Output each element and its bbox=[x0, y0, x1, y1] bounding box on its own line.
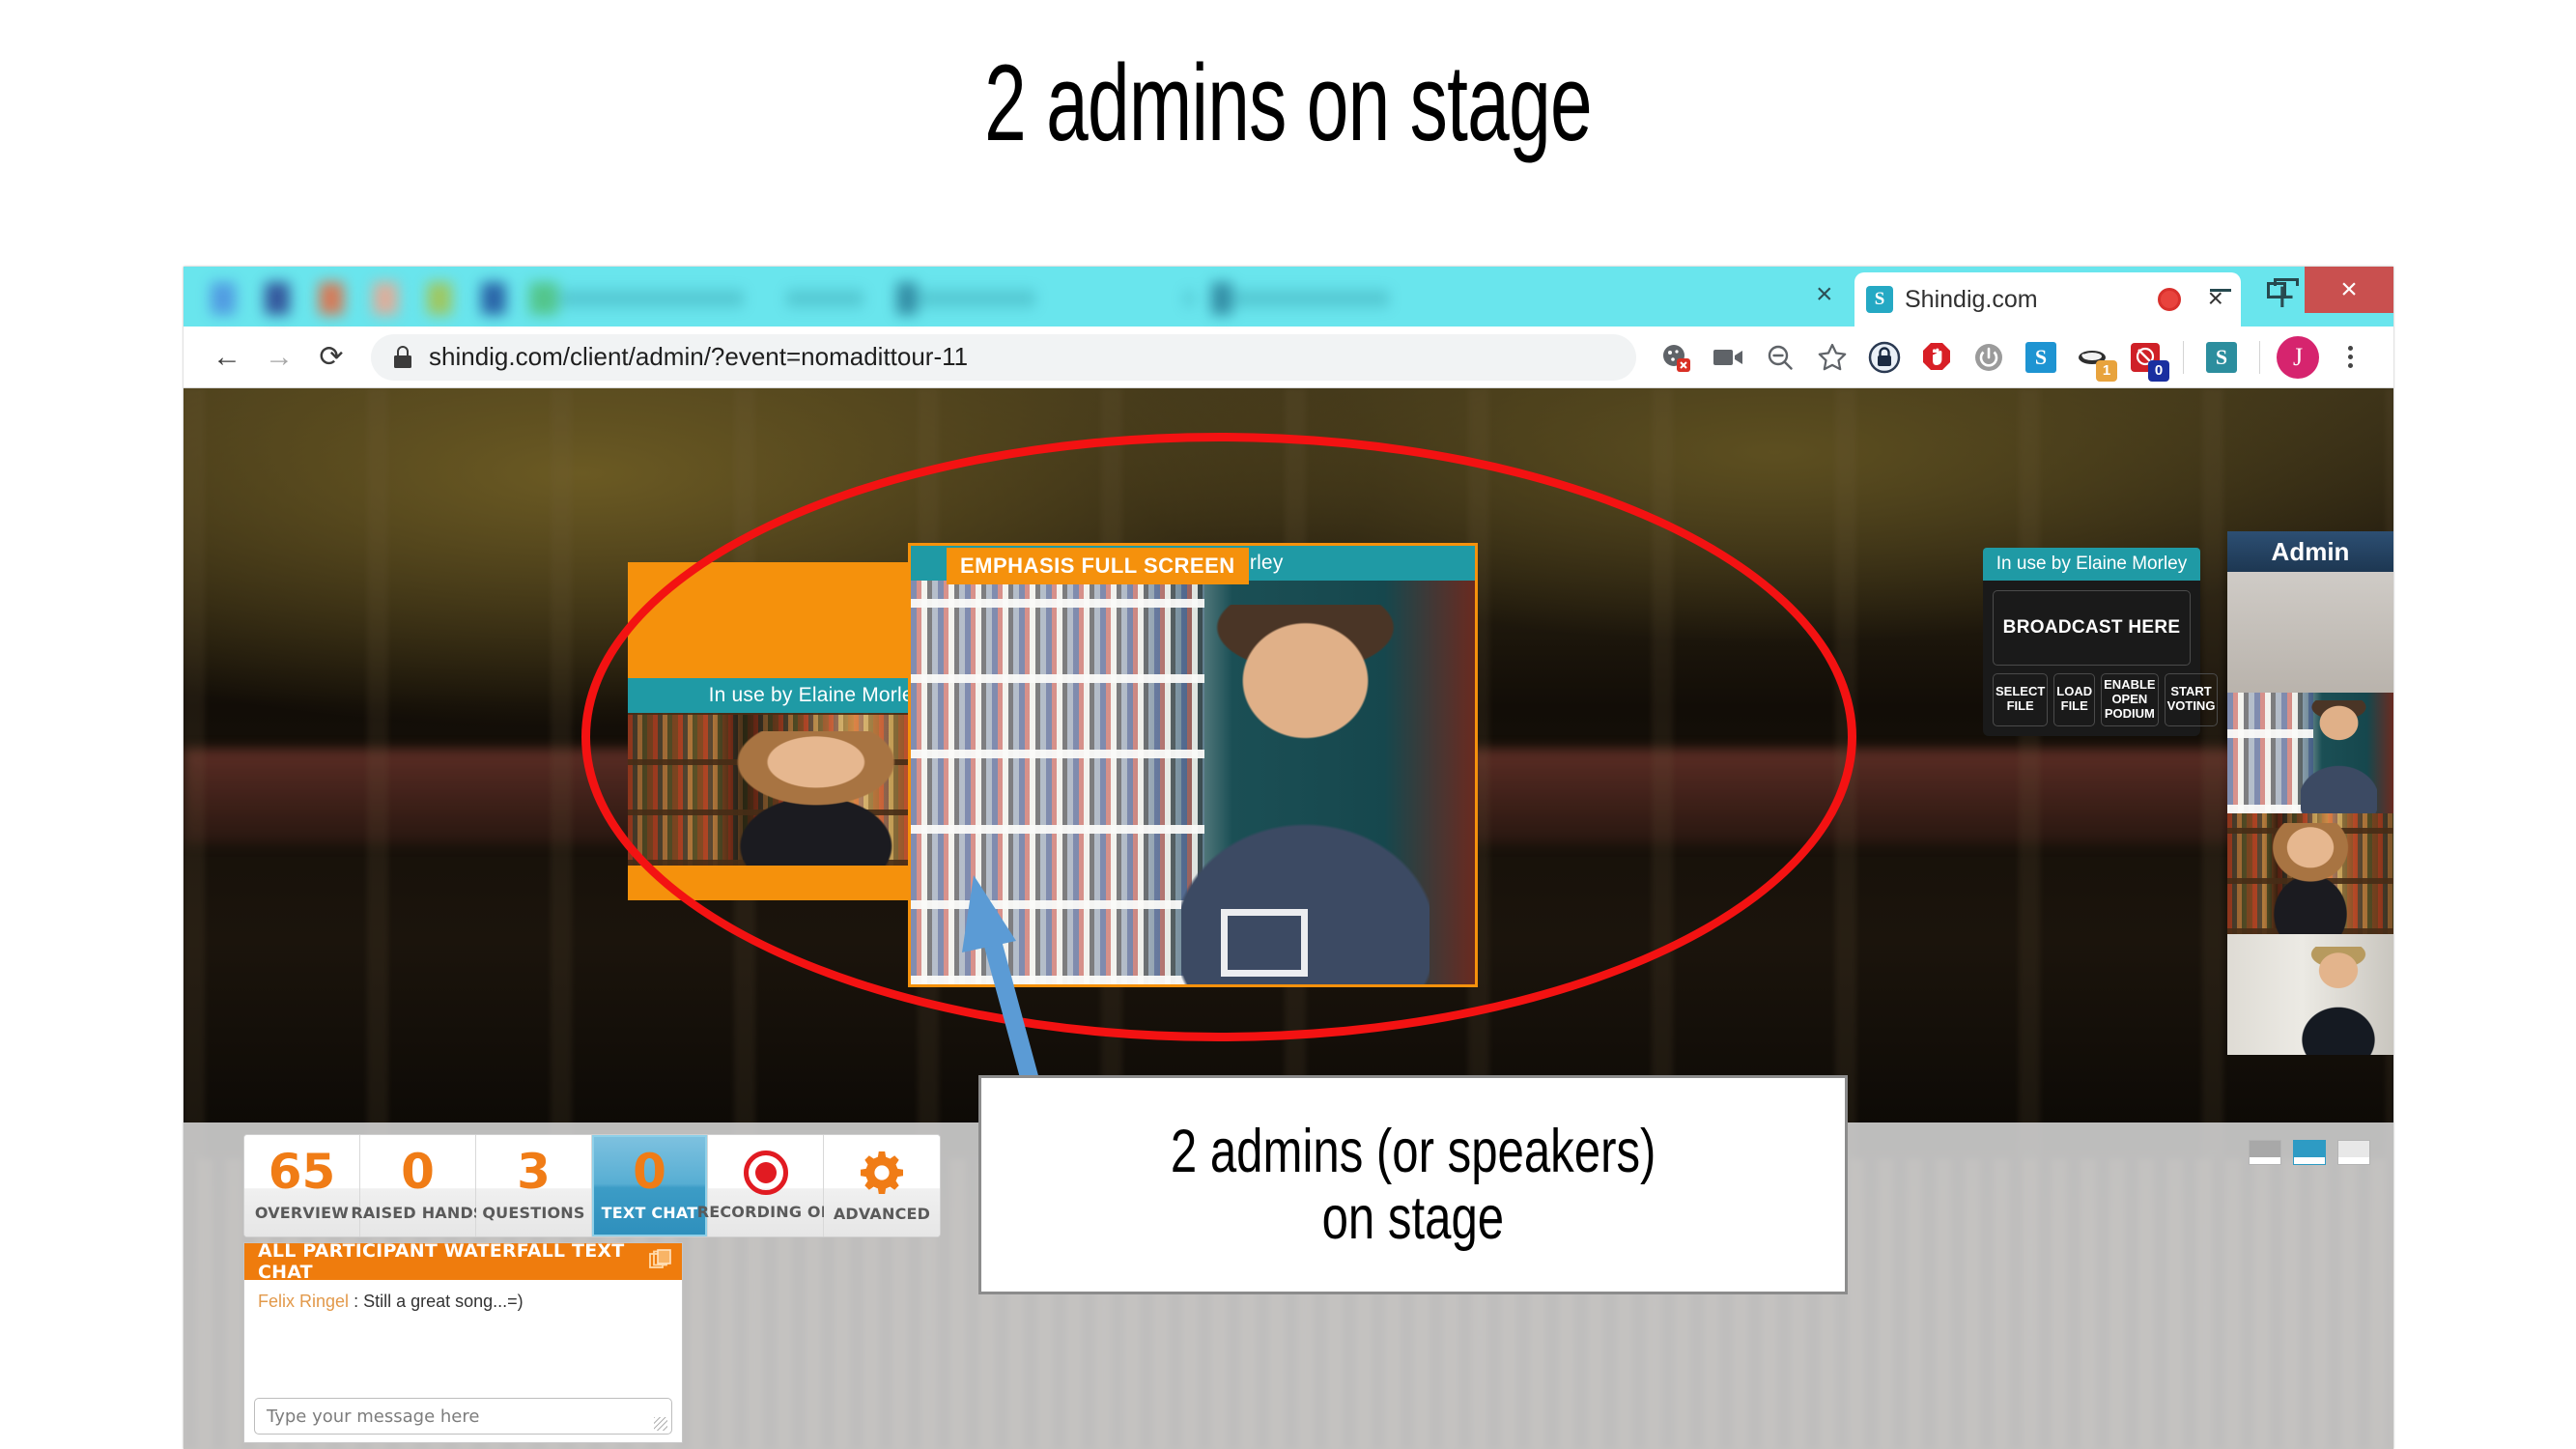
chat-message-separator: : bbox=[354, 1292, 359, 1311]
emphasis-full-screen-badge: EMPHASIS FULL SCREEN bbox=[947, 548, 1249, 584]
skype-extension-letter: S bbox=[2025, 341, 2056, 373]
enable-open-podium-button[interactable]: ENABLE OPEN PODIUM bbox=[2101, 673, 2159, 726]
stat-text-chat[interactable]: 0 TEXT CHAT bbox=[592, 1135, 708, 1236]
video-person-silhouette bbox=[729, 730, 903, 866]
chat-panel-header: ALL PARTICIPANT WATERFALL TEXT CHAT bbox=[244, 1240, 682, 1283]
layout-toggle-left[interactable] bbox=[2249, 1140, 2281, 1165]
chat-message-author: Felix Ringel bbox=[258, 1292, 350, 1311]
annotation-callout-box: 2 admins (or speakers) on stage bbox=[978, 1075, 1848, 1294]
padlock-icon bbox=[392, 345, 413, 370]
shindig-extension-icon[interactable]: S bbox=[2195, 331, 2248, 384]
slide-canvas: 2 admins on stage × S Shindig.com × + × … bbox=[0, 0, 2576, 1449]
stat-overview-value: 65 bbox=[268, 1144, 336, 1201]
back-button[interactable]: ← bbox=[201, 331, 253, 384]
address-bar[interactable]: shindig.com/client/admin/?event=nomaditt… bbox=[371, 333, 1636, 381]
stat-buttons: 65 OVERVIEW 0 RAISED HANDS 3 QUESTIONS 0… bbox=[243, 1134, 941, 1237]
kebab-menu-icon[interactable] bbox=[2324, 331, 2376, 384]
tshirt-logo-graphic bbox=[1221, 908, 1309, 977]
shindig-favicon-icon: S bbox=[1866, 286, 1893, 313]
stat-advanced-label: ADVANCED bbox=[833, 1205, 931, 1223]
stat-recording-label: RECORDING ON bbox=[696, 1203, 835, 1221]
redacted-tab-close-icon[interactable]: × bbox=[1816, 280, 1833, 309]
address-bar-url: shindig.com/client/admin/?event=nomaditt… bbox=[429, 342, 969, 371]
callout-line-2: on stage bbox=[1321, 1183, 1505, 1252]
toolbar-icons: S 1 0 S J bbox=[1650, 331, 2376, 384]
broadcast-panel-header: In use by Elaine Morley bbox=[1983, 548, 2200, 581]
window-close-button[interactable]: × bbox=[2305, 267, 2393, 313]
zoom-out-icon[interactable] bbox=[1754, 331, 1806, 384]
chat-panel-title: ALL PARTICIPANT WATERFALL TEXT CHAT bbox=[258, 1240, 625, 1283]
broadcast-panel-buttons: SELECT FILE LOAD FILE ENABLE OPEN PODIUM… bbox=[1993, 673, 2219, 726]
stat-overview-label: OVERVIEW bbox=[254, 1203, 350, 1222]
cookie-block-icon[interactable] bbox=[1650, 331, 1702, 384]
tracker-blocker-badge: 0 bbox=[2148, 359, 2169, 382]
stat-questions-value: 3 bbox=[517, 1144, 551, 1201]
popout-windows-icon[interactable] bbox=[649, 1248, 672, 1275]
stat-raised-hands[interactable]: 0 RAISED HANDS bbox=[351, 1135, 484, 1236]
stat-raised-hands-value: 0 bbox=[401, 1144, 435, 1201]
stat-recording-on[interactable]: RECORDING ON bbox=[697, 1135, 834, 1236]
stat-advanced[interactable]: ADVANCED bbox=[824, 1135, 940, 1236]
broadcast-control-panel: In use by Elaine Morley BROADCAST HERE S… bbox=[1983, 548, 2219, 736]
admin-thumb-3[interactable] bbox=[2227, 813, 2393, 934]
toolbar-divider bbox=[2183, 340, 2184, 374]
layout-toggle-right[interactable] bbox=[2337, 1140, 2370, 1165]
bookmark-star-icon[interactable] bbox=[1806, 331, 1858, 384]
tracker-blocker-extension-icon[interactable]: 0 bbox=[2119, 331, 2171, 384]
stat-text-chat-label: TEXT CHAT bbox=[601, 1203, 698, 1222]
window-controls: × bbox=[2193, 267, 2393, 313]
adblock-stop-hand-extension-icon[interactable] bbox=[1911, 331, 1963, 384]
text-chat-panel: ALL PARTICIPANT WATERFALL TEXT CHAT Feli… bbox=[243, 1240, 683, 1443]
reload-button[interactable]: ⟳ bbox=[305, 331, 357, 384]
tab-recording-indicator-icon bbox=[2158, 288, 2181, 311]
privacy-lock-extension-icon[interactable] bbox=[1858, 331, 1911, 384]
avatar-letter: J bbox=[2277, 335, 2319, 379]
window-maximize-button[interactable] bbox=[2249, 267, 2305, 313]
chat-input-placeholder: Type your message here bbox=[267, 1406, 480, 1427]
stat-overview[interactable]: 65 OVERVIEW bbox=[244, 1135, 360, 1236]
privacy-badger-extension-icon[interactable]: 1 bbox=[2067, 331, 2119, 384]
privacy-badger-badge: 1 bbox=[2096, 359, 2117, 382]
admin-sidebar-header: Admin bbox=[2227, 531, 2393, 572]
gear-icon bbox=[858, 1149, 906, 1197]
stat-raised-hands-label: RAISED HANDS bbox=[351, 1203, 485, 1222]
stat-questions-label: QUESTIONS bbox=[482, 1203, 585, 1222]
load-file-button[interactable]: LOAD FILE bbox=[2053, 673, 2096, 726]
stat-text-chat-value: 0 bbox=[633, 1144, 666, 1201]
skype-extension-icon[interactable]: S bbox=[2015, 331, 2067, 384]
layout-toggle-group bbox=[2249, 1140, 2370, 1165]
video-camera-icon[interactable] bbox=[1702, 331, 1754, 384]
broadcast-panel-body: BROADCAST HERE SELECT FILE LOAD FILE ENA… bbox=[1983, 581, 2219, 736]
broadcast-here-button[interactable]: BROADCAST HERE bbox=[1993, 590, 2191, 666]
toolbar-divider-2 bbox=[2259, 340, 2260, 374]
layout-toggle-middle[interactable] bbox=[2293, 1140, 2326, 1165]
admin-thumb-4[interactable] bbox=[2227, 934, 2393, 1055]
browser-tabstrip: × S Shindig.com × + × bbox=[184, 267, 2393, 327]
record-dot-icon bbox=[743, 1151, 788, 1195]
stat-questions[interactable]: 3 QUESTIONS bbox=[476, 1135, 592, 1236]
chat-input-wrapper: Type your message here bbox=[244, 1392, 682, 1442]
avatar[interactable]: J bbox=[2272, 331, 2324, 384]
browser-toolbar: ← → ⟳ shindig.com/client/admin/?event=no… bbox=[184, 327, 2393, 388]
select-file-button[interactable]: SELECT FILE bbox=[1993, 673, 2049, 726]
list-item: Felix Ringel : Still a great song...=) bbox=[258, 1292, 668, 1312]
power-toggle-extension-icon[interactable] bbox=[1963, 331, 2015, 384]
admin-thumb-1[interactable] bbox=[2227, 572, 2393, 693]
admin-sidebar: Admin bbox=[2227, 531, 2393, 1055]
textarea-resize-grip-icon[interactable] bbox=[654, 1417, 667, 1431]
start-voting-button[interactable]: START VOTING bbox=[2164, 673, 2219, 726]
callout-line-1: 2 admins (or speakers) bbox=[1170, 1118, 1656, 1186]
chat-messages: Felix Ringel : Still a great song...=) bbox=[244, 1280, 682, 1392]
forward-button[interactable]: → bbox=[253, 331, 305, 384]
redacted-background-tabs[interactable] bbox=[211, 274, 1650, 323]
tab-shindig[interactable]: S Shindig.com × bbox=[1854, 272, 2241, 327]
chat-message-text: Still a great song...=) bbox=[363, 1292, 524, 1311]
tab-title: Shindig.com bbox=[1905, 285, 2038, 313]
window-minimize-button[interactable] bbox=[2193, 267, 2249, 313]
admin-thumb-2[interactable] bbox=[2227, 693, 2393, 813]
chat-message-input[interactable]: Type your message here bbox=[254, 1398, 672, 1435]
shindig-extension-letter: S bbox=[2206, 341, 2237, 373]
page-title: 2 admins on stage bbox=[984, 43, 1592, 163]
